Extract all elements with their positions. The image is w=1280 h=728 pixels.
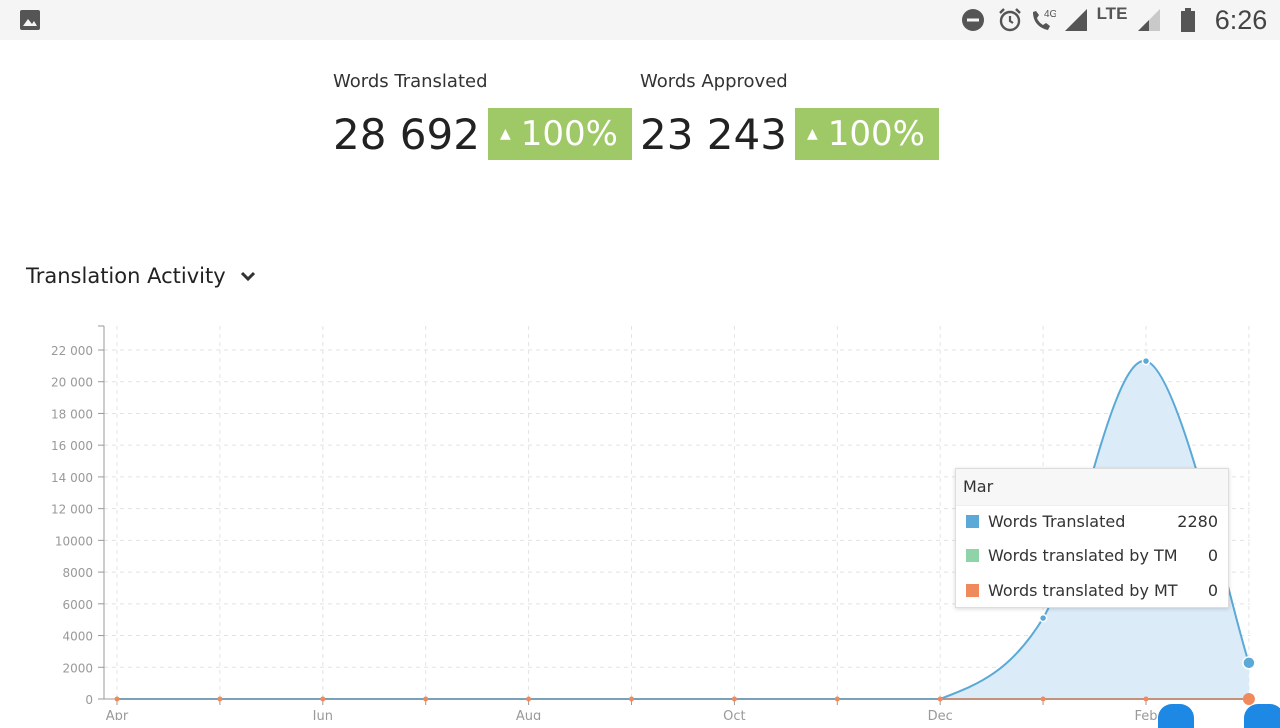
- words-translated-by-mt-point: [937, 696, 943, 702]
- clock-time: 6:26: [1214, 4, 1268, 35]
- data-badge-label: 4G: [1044, 9, 1056, 20]
- stat-label: Words Translated: [333, 71, 488, 92]
- stat-words-translated: Words Translated 28 692 ▲ 100%: [333, 64, 632, 160]
- x-tick-label: Aug: [516, 709, 541, 720]
- up-triangle-icon: ▲: [499, 126, 511, 142]
- x-tick-label: Feb: [1134, 709, 1157, 720]
- dnd-icon: [960, 0, 986, 40]
- tooltip-row: Words translated by MT 0: [966, 578, 1218, 602]
- legend-swatch: [966, 514, 979, 528]
- words-translated-by-mt-point: [217, 696, 223, 702]
- change-badge: ▲ 100%: [794, 108, 939, 160]
- alarm-icon: [997, 0, 1023, 40]
- tooltip-row-value: 0: [1207, 580, 1218, 600]
- x-axis: Apr Jun Aug Oct Dec Feb: [104, 698, 1250, 720]
- legend-swatch: [966, 583, 979, 597]
- battery-icon: [1176, 0, 1200, 40]
- signal-icon: [1062, 0, 1090, 40]
- y-tick-label: 8000: [62, 566, 93, 580]
- x-tick-label: Dec: [928, 709, 953, 720]
- change-value: 100%: [520, 114, 618, 154]
- x-tick-label: Oct: [723, 709, 745, 720]
- floating-action-button[interactable]: [1158, 704, 1194, 728]
- tooltip-row-value: 0: [1207, 545, 1218, 565]
- tooltip-row: Words translated by TM 0: [966, 543, 1218, 567]
- floating-action-button[interactable]: [1244, 704, 1280, 728]
- tooltip-row-name: Words Translated: [988, 511, 1126, 531]
- words-translated-point: [1242, 656, 1256, 670]
- y-tick-label: 0: [85, 693, 93, 707]
- tooltip-row-name: Words translated by TM: [988, 545, 1178, 565]
- tooltip-title: Mar: [956, 469, 1228, 506]
- stat-value: 28 692: [333, 109, 480, 159]
- y-tick-label: 14 000: [51, 471, 93, 485]
- words-translated-by-mt-point: [423, 696, 429, 702]
- words-translated-point: [1141, 356, 1151, 366]
- chevron-down-icon: [240, 270, 256, 282]
- tooltip-row-value: 2280: [1177, 511, 1218, 531]
- network-type-label: LTE: [1096, 4, 1128, 23]
- words-translated-by-mt-point: [320, 696, 326, 702]
- words-translated-by-mt-point: [629, 696, 634, 702]
- y-tick-label: 2000: [62, 661, 93, 675]
- signal-weak-icon: [1135, 0, 1163, 40]
- tooltip-row-name: Words translated by MT: [988, 580, 1178, 600]
- up-triangle-icon: ▲: [806, 126, 818, 142]
- y-tick-label: 10000: [55, 534, 93, 548]
- words-translated-by-mt-point: [1040, 696, 1046, 702]
- change-value: 100%: [827, 114, 925, 154]
- y-axis: 0 2000 4000 6000 8000 10000 12 000 14 000 16 000…: [51, 325, 105, 707]
- x-tick-label: Jun: [312, 709, 333, 720]
- y-tick-label: 20 000: [51, 376, 93, 390]
- words-translated-by-mt-point: [731, 696, 737, 702]
- stat-label: Words Approved: [640, 71, 788, 92]
- section-title: Translation Activity: [26, 264, 226, 288]
- y-tick-label: 4000: [62, 630, 93, 644]
- words-translated-by-mt-point: [834, 696, 840, 702]
- y-tick-label: 18 000: [51, 407, 93, 421]
- words-translated-by-mt-point: [114, 696, 120, 702]
- x-tick-label: Apr: [106, 709, 129, 720]
- words-translated-by-mt-point: [1242, 693, 1255, 705]
- stat-words-approved: Words Approved 23 243 ▲ 100%: [640, 64, 939, 160]
- image-icon: [18, 0, 42, 40]
- chart-tooltip: Mar Words Translated 2280 Words translat…: [955, 468, 1229, 608]
- y-tick-label: 16 000: [51, 439, 93, 453]
- y-tick-label: 12 000: [51, 503, 93, 517]
- legend-swatch: [966, 548, 979, 562]
- y-tick-label: 22 000: [51, 344, 93, 358]
- wifi-calling-icon: 4G: [1028, 0, 1056, 40]
- words-translated-point: [1038, 613, 1048, 623]
- translation-activity-dropdown[interactable]: Translation Activity: [26, 264, 256, 288]
- y-tick-label: 6000: [62, 598, 93, 612]
- stat-value: 23 243: [640, 109, 787, 159]
- words-translated-by-mt-point: [526, 696, 532, 702]
- tooltip-row: Words Translated 2280: [966, 509, 1218, 533]
- words-translated-by-mt-point: [1143, 696, 1149, 702]
- change-badge: ▲ 100%: [487, 108, 632, 160]
- status-bar: 4G LTE 6:26: [0, 0, 1280, 40]
